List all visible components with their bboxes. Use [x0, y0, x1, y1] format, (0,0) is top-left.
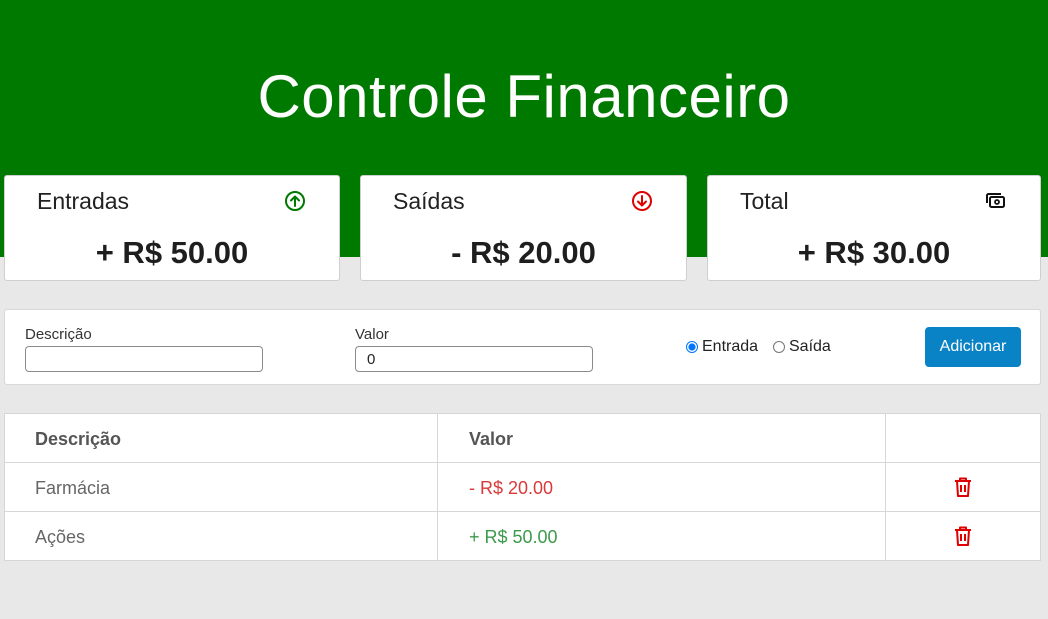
radio-saida-input[interactable] [773, 341, 785, 353]
table-row: Ações + R$ 50.00 [5, 512, 1040, 561]
total-value: + R$ 30.00 [797, 235, 951, 270]
radio-saida[interactable]: Saída [773, 338, 831, 356]
radio-saida-label: Saída [789, 338, 831, 355]
entradas-label: Entradas [37, 188, 130, 214]
transaction-form: Descrição Valor Entrada Saída Adicionar [4, 309, 1041, 385]
header-descricao: Descrição [35, 429, 122, 449]
saidas-value: - R$ 20.00 [451, 235, 596, 270]
valor-label: Valor [355, 326, 389, 343]
entradas-value: + R$ 50.00 [95, 235, 249, 270]
row-descricao: Ações [35, 527, 86, 547]
trash-icon[interactable] [953, 525, 973, 547]
total-label: Total [740, 188, 789, 214]
summary-card-saidas: Saídas - R$ 20.00 [360, 175, 687, 281]
valor-input[interactable] [355, 346, 593, 372]
descricao-label: Descrição [25, 326, 92, 343]
descricao-input[interactable] [25, 346, 263, 372]
row-descricao: Farmácia [35, 478, 111, 498]
add-button[interactable]: Adicionar [925, 327, 1021, 367]
row-valor: - R$ 20.00 [469, 478, 554, 498]
saidas-label: Saídas [393, 188, 465, 214]
radio-entrada[interactable]: Entrada [686, 338, 758, 356]
header-valor: Valor [469, 429, 514, 449]
transactions-table: Descrição Valor Farmácia - R$ 20.00 Açõe… [4, 413, 1041, 561]
radio-entrada-input[interactable] [686, 341, 698, 353]
arrow-down-circle-icon [631, 190, 653, 212]
summary-card-entradas: Entradas + R$ 50.00 [4, 175, 340, 281]
radio-entrada-label: Entrada [702, 338, 759, 355]
row-valor: + R$ 50.00 [469, 527, 558, 547]
cash-icon [985, 190, 1007, 212]
page-title: Controle Financeiro [257, 63, 791, 130]
table-header-row: Descrição Valor [5, 414, 1040, 463]
table-row: Farmácia - R$ 20.00 [5, 463, 1040, 512]
summary-card-total: Total + R$ 30.00 [707, 175, 1041, 281]
trash-icon[interactable] [953, 476, 973, 498]
arrow-up-circle-icon [284, 190, 306, 212]
